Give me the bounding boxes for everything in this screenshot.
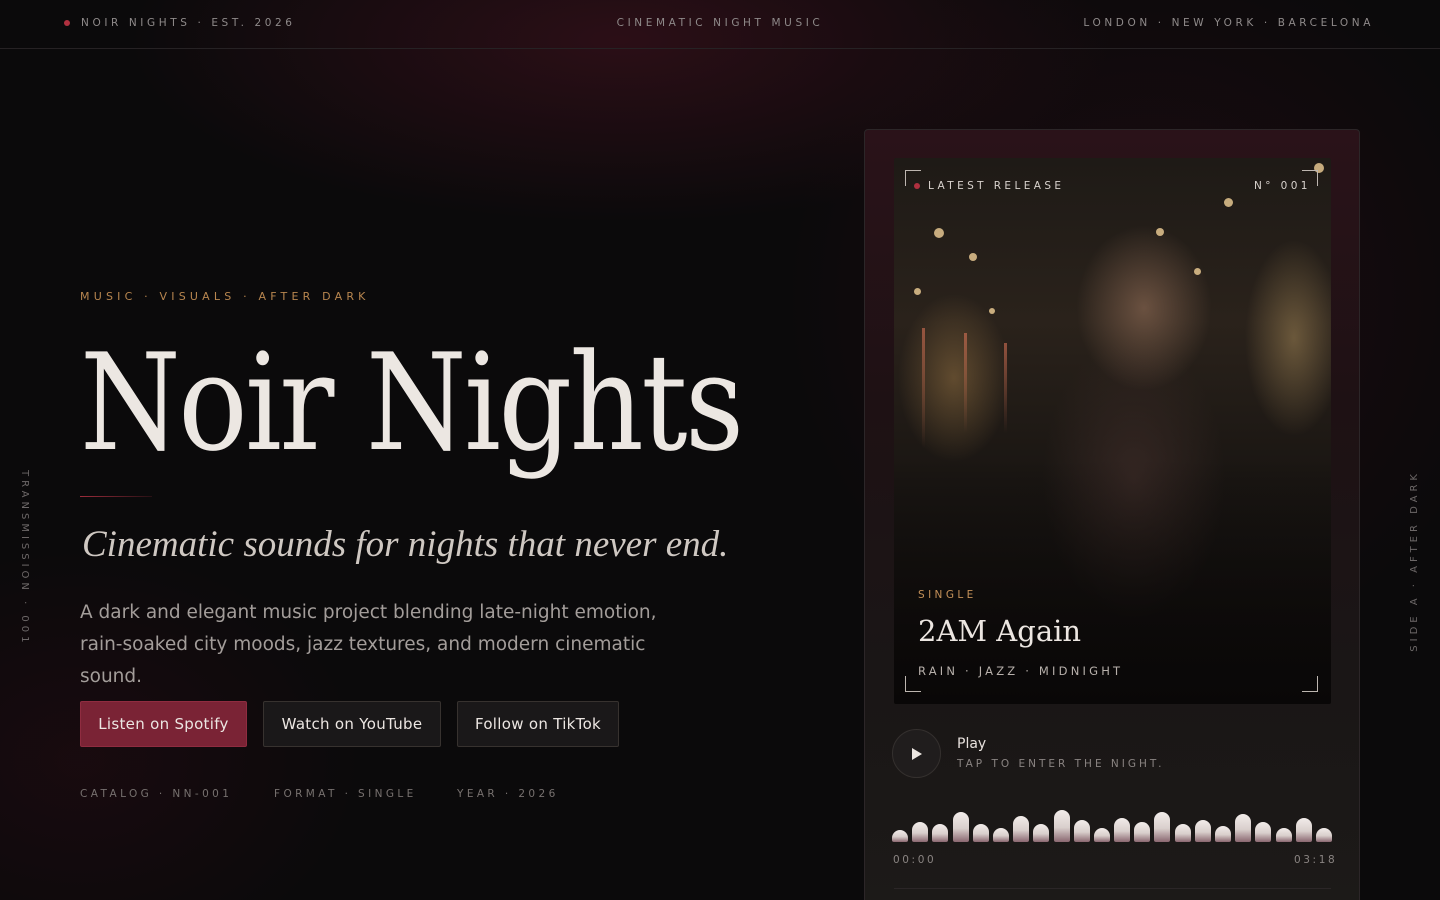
waveform-bar [1154,812,1171,842]
track-tags: RAIN · JAZZ · MIDNIGHT [918,664,1124,678]
waveform-bar [1215,826,1231,842]
meta-year: YEAR · 2026 [457,788,559,800]
waveform-bar [1275,828,1292,842]
play-hint: TAP TO ENTER THE NIGHT. [957,758,1165,770]
meta-format: FORMAT · SINGLE [274,788,417,800]
top-bar: NOIR NIGHTS · EST. 2026 CINEMATIC NIGHT … [0,0,1440,49]
frame-corner [1302,676,1318,692]
latest-release-label: LATEST RELEASE [928,180,1065,192]
waveform-bar [1194,820,1211,842]
latest-release-badge: LATEST RELEASE [914,180,1064,192]
waveform-bar [932,824,949,842]
time-elapsed: 00:00 [893,854,937,866]
release-number: N° 001 [1254,180,1311,192]
play-button[interactable] [892,729,941,778]
waveform-bar [1073,820,1090,842]
waveform-bar [1255,822,1272,842]
hero-tagline: Cinematic sounds for nights that never e… [82,524,729,565]
hero-eyebrow: MUSIC · VISUALS · AFTER DARK [80,290,370,303]
frame-corner [905,676,921,692]
play-icon [911,747,922,760]
track-title: 2AM Again [918,614,1082,648]
release-type: SINGLE [918,589,977,601]
waveform-bar [1235,814,1252,842]
waveform-bar [1315,828,1332,842]
meta-catalog: CATALOG · NN-001 [80,788,233,800]
play-label: Play [957,736,987,752]
title-divider [80,496,152,497]
waveform-bar [912,822,929,842]
waveform-bar [1114,818,1131,842]
waveform[interactable] [892,798,1332,842]
side-label-right: SIDE A · AFTER DARK [1409,470,1420,652]
waveform-bar [892,830,908,842]
hero-description: A dark and elegant music project blendin… [80,602,657,687]
waveform-bar [1053,810,1070,842]
time-total: 03:18 [1294,854,1338,866]
waveform-bar [1134,822,1151,842]
waveform-bar [952,812,969,842]
waveform-bar [972,824,989,842]
card-divider [894,888,1331,889]
watch-on-youtube-button[interactable]: Watch on YouTube [263,701,441,747]
hero-title: Noir Nights [80,325,744,481]
listen-on-spotify-button[interactable]: Listen on Spotify [80,701,247,747]
follow-on-tiktok-button[interactable]: Follow on TikTok [457,701,619,747]
waveform-bar [1013,816,1030,842]
topbar-cities: LONDON · NEW YORK · BARCELONA [1083,17,1374,29]
waveform-bar [1295,818,1312,842]
side-label-left: TRANSMISSION · 001 [19,470,30,647]
waveform-bar [1093,828,1110,842]
live-dot-icon [914,183,920,189]
waveform-bar [1174,824,1191,842]
waveform-bar [992,828,1009,842]
waveform-bar [1033,824,1050,842]
